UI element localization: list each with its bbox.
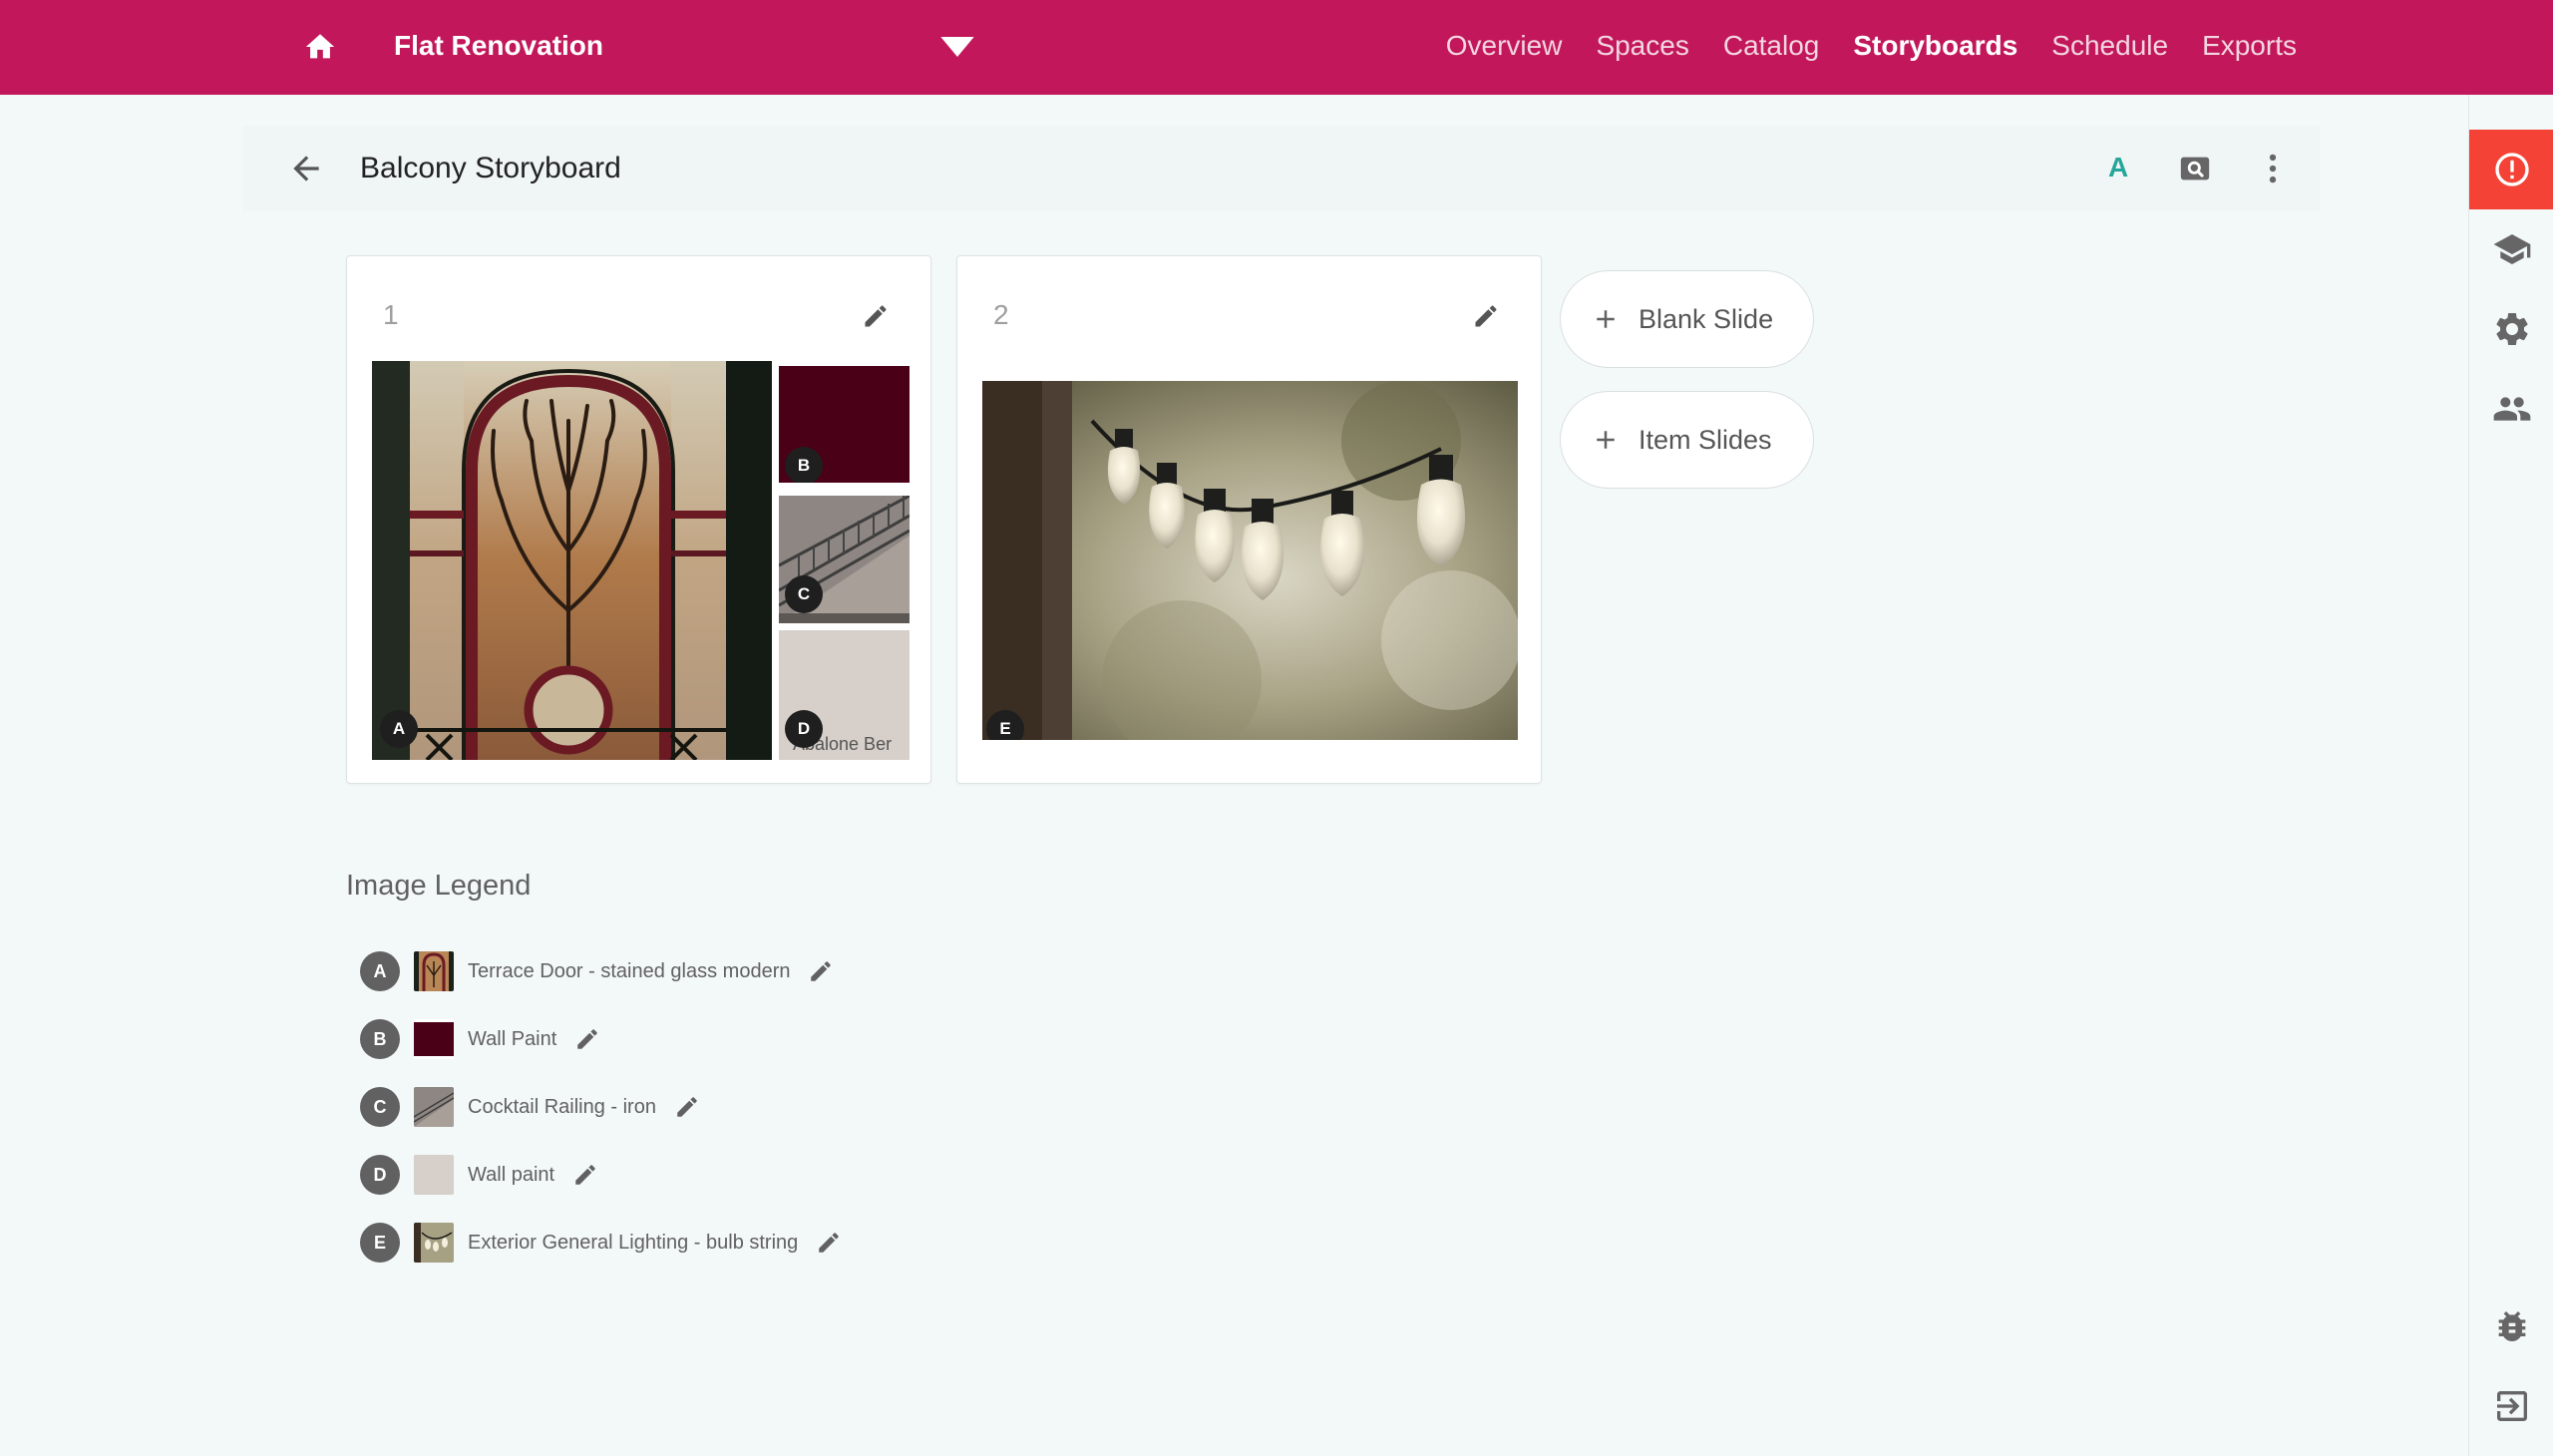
pencil-icon[interactable] (808, 958, 834, 984)
nav-exports[interactable]: Exports (2202, 28, 2297, 64)
legend-title: Image Legend (346, 870, 532, 902)
legend-item-b: B Wall Paint (360, 1019, 600, 1059)
nav-spaces[interactable]: Spaces (1596, 28, 1688, 64)
tile-d-wall-paint[interactable]: Abalone Ber D (779, 630, 910, 760)
alert-circle-icon (2494, 153, 2529, 186)
settings-button[interactable] (2469, 289, 2553, 369)
logout-button[interactable] (2469, 1366, 2553, 1446)
legend-letter: E (360, 1223, 400, 1263)
legend-thumb-wall-paint-beige (414, 1155, 454, 1195)
slide-card-2[interactable]: 2 E (956, 255, 1542, 784)
project-title[interactable]: Flat Renovation (394, 28, 603, 64)
arrow-left-icon[interactable] (287, 150, 325, 187)
bug-report-button[interactable] (2469, 1286, 2553, 1366)
plus-icon (1597, 310, 1615, 328)
tile-label-c: C (785, 575, 823, 613)
people-icon (2493, 397, 2530, 421)
page-title: Balcony Storyboard (360, 152, 621, 184)
add-item-slides-button[interactable]: Item Slides (1560, 391, 1814, 489)
tile-b-wall-paint[interactable]: B (779, 361, 910, 489)
gear-icon (2495, 312, 2528, 345)
page-header: Balcony Storyboard A (242, 126, 2320, 211)
legend-label: Wall Paint (468, 1027, 557, 1050)
legend-item-d: D Wall paint (360, 1155, 598, 1195)
legend-letter: B (360, 1019, 400, 1059)
slide-card-1[interactable]: 1 A B C Abalone Ber D (346, 255, 931, 784)
legend-label: Wall paint (468, 1163, 555, 1186)
pencil-icon[interactable] (1472, 302, 1500, 330)
learning-button[interactable] (2469, 209, 2553, 289)
alert-button[interactable] (2469, 130, 2553, 209)
pencil-icon[interactable] (674, 1094, 700, 1120)
tile-label-b: B (785, 447, 823, 483)
team-button[interactable] (2469, 369, 2553, 449)
plus-icon (1597, 431, 1615, 449)
legend-thumb-railing (414, 1087, 454, 1127)
legend-item-e: E Exterior General Lighting - bulb strin… (360, 1223, 842, 1263)
main-nav: Overview Spaces Catalog Storyboards Sche… (1446, 28, 2297, 64)
pencil-icon[interactable] (574, 1026, 600, 1052)
tile-c-cocktail-railing[interactable]: C (779, 496, 910, 623)
blank-slide-label: Blank Slide (1639, 303, 1774, 334)
triangle-down-icon[interactable] (937, 32, 977, 62)
top-app-bar: Flat Renovation Overview Spaces Catalog … (0, 0, 2553, 95)
pencil-icon[interactable] (572, 1162, 598, 1188)
tile-a-terrace-door[interactable]: A (372, 361, 772, 760)
bulb-string-image (982, 381, 1518, 740)
more-vertical-icon[interactable] (2254, 150, 2292, 187)
legend-label: Terrace Door - stained glass modern (468, 959, 791, 982)
tile-e-bulb-string[interactable]: E (982, 381, 1518, 740)
bug-icon (2498, 1311, 2525, 1341)
legend-letter: C (360, 1087, 400, 1127)
stained-glass-door-image (372, 361, 772, 760)
legend-item-a: A Terrace Door - stained glass modern (360, 951, 834, 991)
add-blank-slide-button[interactable]: Blank Slide (1560, 270, 1814, 368)
legend-letter: A (360, 951, 400, 991)
tile-label-e: E (986, 710, 1024, 740)
legend-label: Exterior General Lighting - bulb string (468, 1231, 799, 1254)
nav-storyboards[interactable]: Storyboards (1853, 28, 2017, 64)
tile-label-d: D (785, 710, 823, 748)
legend-letter: D (360, 1155, 400, 1195)
legend-thumb-bulb-string (414, 1223, 454, 1263)
pencil-icon[interactable] (816, 1230, 842, 1256)
slide-number: 2 (993, 299, 1009, 330)
home-icon[interactable] (303, 30, 337, 64)
tile-label-a: A (380, 710, 418, 748)
legend-thumb-wall-paint (414, 1019, 454, 1059)
legend-item-c: C Cocktail Railing - iron (360, 1087, 700, 1127)
item-slides-label: Item Slides (1639, 424, 1772, 455)
school-icon (2493, 234, 2530, 264)
right-rail (2468, 95, 2553, 1456)
nav-schedule[interactable]: Schedule (2051, 28, 2168, 64)
image-search-icon[interactable] (2178, 152, 2212, 185)
legend-label: Cocktail Railing - iron (468, 1095, 656, 1118)
nav-catalog[interactable]: Catalog (1723, 28, 1820, 64)
pencil-icon[interactable] (862, 302, 890, 330)
nav-overview[interactable]: Overview (1446, 28, 1563, 64)
text-mode-toggle[interactable]: A (2108, 148, 2128, 187)
legend-thumb-terrace-door (414, 951, 454, 991)
logout-icon (2496, 1391, 2527, 1421)
slide-number: 1 (383, 299, 399, 330)
